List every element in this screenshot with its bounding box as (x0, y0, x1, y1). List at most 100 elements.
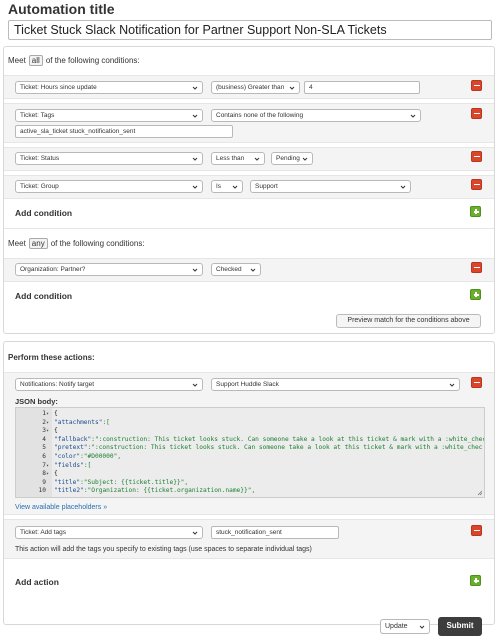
code-text: "fields":[ (54, 461, 92, 469)
condition-value-select[interactable]: Pending (271, 152, 313, 165)
meet-any-line: Meet any of the following conditions: (8, 238, 145, 249)
meet-prefix: Meet (8, 239, 26, 248)
condition-operator-value: Checked (216, 266, 242, 273)
add-tags-input[interactable]: stuck_notification_sent (211, 526, 339, 539)
code-line: 8▾{ (16, 470, 58, 478)
meet-suffix: of the following conditions: (50, 239, 145, 248)
chevron-down-icon (192, 157, 198, 161)
add-tags-note: This action will add the tags you specif… (15, 546, 312, 553)
action-field-select[interactable]: Ticket: Add tags (15, 526, 203, 539)
code-line: 3▾{ (16, 427, 57, 435)
meet-prefix: Meet (8, 56, 26, 65)
condition-operator-select[interactable]: (business) Greater than (211, 81, 300, 94)
divider (4, 228, 494, 229)
code-text: { (54, 410, 58, 417)
line-number: 1 (42, 410, 46, 417)
condition-operator-select[interactable]: Is (211, 180, 243, 193)
submit-button[interactable]: Submit (438, 617, 482, 636)
condition-operator-select[interactable]: Checked (211, 263, 261, 276)
remove-condition-button[interactable] (471, 262, 482, 273)
line-number: 7 (42, 461, 46, 469)
condition-field-value: Ticket: Status (20, 155, 60, 162)
condition-field-select[interactable]: Ticket: Group (15, 180, 203, 193)
code-text: "color":"#D00000", (54, 453, 122, 460)
remove-condition-button[interactable] (471, 108, 482, 119)
chevron-down-icon (254, 157, 260, 161)
actions-header: Perform these actions: (8, 353, 95, 362)
condition-operator-select[interactable]: Less than (211, 152, 265, 165)
condition-value-text: Pending (276, 155, 300, 162)
condition-value-input[interactable]: 4 (304, 81, 420, 94)
line-number: 6 (42, 453, 46, 460)
remove-condition-button[interactable] (471, 179, 482, 190)
code-line: 9 "title":"Subject: {{ticket.title}}", (16, 479, 188, 487)
chevron-down-icon (192, 268, 198, 272)
meet-all-select[interactable]: all (28, 55, 43, 66)
condition-value-text: Support (255, 183, 278, 190)
remove-condition-button[interactable] (471, 151, 482, 162)
meet-any-select[interactable]: any (28, 238, 48, 249)
condition-field-select[interactable]: Organization: Partner? (15, 263, 203, 276)
line-number: 2 (42, 418, 46, 426)
condition-field-value: Organization: Partner? (20, 266, 86, 273)
add-action-button[interactable] (470, 575, 481, 586)
condition-field-select[interactable]: Ticket: Hours since update (15, 81, 203, 94)
chevron-down-icon (192, 185, 198, 189)
chevron-down-icon (289, 86, 295, 90)
chevron-down-icon (192, 114, 198, 118)
notify-target-select[interactable]: Support Huddle Slack (211, 378, 460, 391)
condition-operator-value: (business) Greater than (216, 84, 285, 91)
code-text: "pretext":":construction: This ticket lo… (54, 444, 483, 452)
action-field-value: Notifications: Notify target (20, 381, 95, 388)
condition-operator-value: Is (216, 183, 222, 190)
remove-action-button[interactable] (471, 525, 482, 536)
action-row (4, 519, 494, 559)
condition-operator-value: Contains none of the following (216, 112, 304, 119)
code-text: "title":"Subject: {{ticket.title}}", (54, 478, 189, 486)
condition-operator-select[interactable]: Contains none of the following (211, 109, 421, 122)
update-select[interactable]: Update (380, 619, 430, 634)
condition-operator-value: Less than (216, 155, 245, 162)
condition-field-value: Ticket: Hours since update (20, 84, 97, 91)
code-text: { (54, 470, 58, 478)
condition-field-select[interactable]: Ticket: Tags (15, 109, 203, 122)
chevron-down-icon (232, 185, 238, 189)
line-number: 8 (42, 470, 46, 478)
condition-field-value: Ticket: Group (20, 183, 59, 190)
json-body-editor[interactable]: 1▾{2▾ "attachments":[3▾{4 "fallback":":con… (15, 407, 485, 498)
view-placeholders-link[interactable]: View available placeholders » (15, 504, 107, 511)
chevron-down-icon (250, 268, 256, 272)
line-number: 5 (42, 444, 46, 452)
chevron-down-icon (302, 157, 308, 161)
json-body-label: JSON body: (15, 397, 58, 406)
code-line: 4 "fallback":":construction: This ticket … (16, 435, 485, 444)
action-field-select[interactable]: Notifications: Notify target (15, 378, 203, 391)
update-select-value: Update (385, 623, 408, 630)
line-number: 4 (42, 435, 46, 443)
add-action-label: Add action (15, 577, 59, 587)
chevron-down-icon (192, 86, 198, 90)
chevron-down-icon (419, 625, 425, 629)
add-condition-label: Add condition (15, 291, 73, 301)
automation-title-input[interactable]: Ticket Stuck Slack Notification for Part… (8, 20, 492, 40)
chevron-down-icon (192, 383, 198, 387)
add-condition-button[interactable] (470, 289, 481, 300)
remove-action-button[interactable] (471, 377, 482, 388)
condition-field-select[interactable]: Ticket: Status (15, 152, 203, 165)
meet-suffix: of the following conditions: (45, 56, 140, 65)
line-number: 10 (38, 487, 46, 495)
add-condition-button[interactable] (470, 206, 481, 217)
chevron-down-icon (400, 185, 406, 189)
code-text: "title2":"Organization: {{ticket.organiz… (54, 487, 256, 495)
preview-match-button[interactable]: Preview match for the conditions above (336, 314, 481, 328)
resize-handle-icon[interactable] (477, 490, 483, 496)
remove-condition-button[interactable] (471, 80, 482, 91)
condition-tags-input[interactable]: active_sla_ticket stuck_notification_sen… (15, 125, 233, 138)
chevron-down-icon (449, 383, 455, 387)
condition-value-select[interactable]: Support (250, 180, 411, 193)
code-text: "attachments":[ (54, 418, 110, 426)
add-condition-label: Add condition (15, 208, 73, 218)
code-text: "fallback":":construction: This ticket l… (54, 435, 485, 443)
automation-title-label: Automation title (8, 1, 115, 17)
condition-field-value: Ticket: Tags (20, 112, 55, 119)
